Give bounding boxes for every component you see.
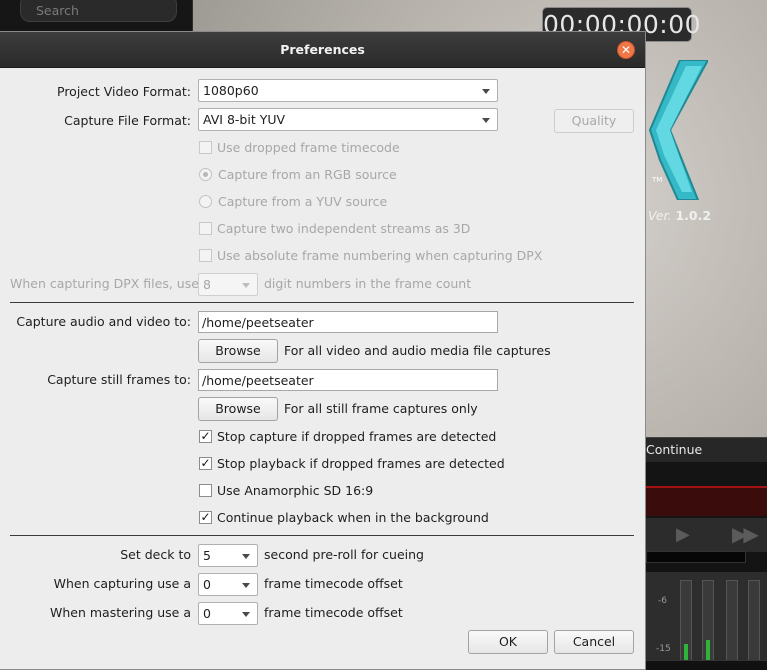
dpx-digits-value: 8 [203,277,211,292]
capture-file-format-select[interactable]: AVI 8-bit YUV [198,108,498,131]
chevron-down-icon [242,283,250,288]
dpx-digits-label: When capturing DPX files, use [10,276,199,291]
background-playback-checkbox[interactable]: ✓ [199,511,212,524]
capture-av-label: Capture audio and video to: [16,314,191,329]
cancel-button[interactable]: Cancel [554,630,634,654]
capture-still-browse-button[interactable]: Browse [198,397,278,421]
dialog-titlebar: Preferences ✕ [0,32,645,68]
capture-file-format-label: Capture File Format: [64,113,191,128]
dpx-digits-suffix: digit numbers in the frame count [264,276,472,291]
dpx-digits-select[interactable]: 8 [198,273,258,296]
rgb-source-radio[interactable] [199,168,212,181]
dropped-frame-timecode-label: Use dropped frame timecode [217,140,400,155]
project-video-format-label: Project Video Format: [57,84,191,99]
chevron-down-icon [242,554,250,559]
capture-offset-label: When capturing use a [53,576,191,591]
app-version: Ver. 1.0.2 [648,208,712,223]
play-icon[interactable]: ▶ [676,524,690,545]
preroll-suffix: second pre-roll for cueing [264,547,424,562]
project-video-format-value: 1080p60 [203,83,259,98]
preferences-dialog: Preferences ✕ Project Video Format: 1080… [0,31,646,670]
section-divider [10,302,634,303]
capture-offset-suffix: frame timecode offset [264,576,403,591]
chevron-down-icon [242,612,250,617]
fast-forward-icon[interactable]: ▶▶ [732,522,759,546]
continue-bar: Continue [646,437,767,462]
capture-still-hint: For all still frame captures only [284,401,478,416]
capture-file-format-value: AVI 8-bit YUV [203,112,286,127]
meter-label: -6 [658,596,667,606]
background-playback-label: Continue playback when in the background [217,510,489,525]
record-strip [646,486,767,516]
chevron-down-icon [482,89,490,94]
ok-button[interactable]: OK [468,630,548,654]
preroll-label: Set deck to [120,547,191,562]
svg-text:TM: TM [651,176,662,184]
yuv-source-radio[interactable] [199,195,212,208]
progress-track [646,551,746,563]
search-input[interactable]: Search [20,0,177,22]
audio-meter [680,580,692,670]
continue-label[interactable]: Continue [646,442,702,457]
absolute-frame-numbering-label: Use absolute frame numbering when captur… [217,248,543,263]
master-offset-suffix: frame timecode offset [264,605,403,620]
chevron-down-icon [242,583,250,588]
stop-capture-dropped-label: Stop capture if dropped frames are detec… [217,429,497,444]
audio-meters: -6 -15 [646,572,767,670]
capture-av-hint: For all video and audio media file captu… [284,343,551,358]
master-offset-value: 0 [203,606,211,621]
preroll-value: 5 [203,548,211,563]
audio-meter [726,580,738,670]
master-offset-select[interactable]: 0 [198,602,258,625]
capture-av-path-input[interactable]: /home/peetseater [198,311,498,333]
close-icon[interactable]: ✕ [617,41,635,59]
capture-av-browse-button[interactable]: Browse [198,339,278,363]
quality-button[interactable]: Quality [554,109,634,133]
app-logo-icon: TM [648,60,708,200]
anamorphic-sd-label: Use Anamorphic SD 16:9 [217,483,374,498]
stop-playback-dropped-checkbox[interactable]: ✓ [199,457,212,470]
capture-offset-value: 0 [203,577,211,592]
anamorphic-sd-checkbox[interactable] [199,484,212,497]
project-video-format-select[interactable]: 1080p60 [198,79,498,102]
radio-selected-dot [203,172,208,177]
audio-meter [702,580,714,670]
dialog-title: Preferences [280,42,365,57]
audio-meter [748,580,760,670]
section-divider [10,535,634,536]
3d-streams-label: Capture two independent streams as 3D [217,221,471,236]
stop-capture-dropped-checkbox[interactable]: ✓ [199,430,212,443]
chevron-down-icon [482,118,490,123]
master-offset-label: When mastering use a [49,605,191,620]
capture-offset-select[interactable]: 0 [198,573,258,596]
meter-label: -15 [656,644,671,654]
capture-still-path-input[interactable]: /home/peetseater [198,369,498,391]
yuv-source-label: Capture from a YUV source [218,194,388,209]
dropped-frame-timecode-checkbox[interactable] [199,141,212,154]
rgb-source-label: Capture from an RGB source [218,167,397,182]
preroll-select[interactable]: 5 [198,544,258,567]
absolute-frame-numbering-checkbox[interactable] [199,249,212,262]
capture-still-label: Capture still frames to: [47,372,191,387]
stop-playback-dropped-label: Stop playback if dropped frames are dete… [217,456,505,471]
3d-streams-checkbox[interactable] [199,222,212,235]
